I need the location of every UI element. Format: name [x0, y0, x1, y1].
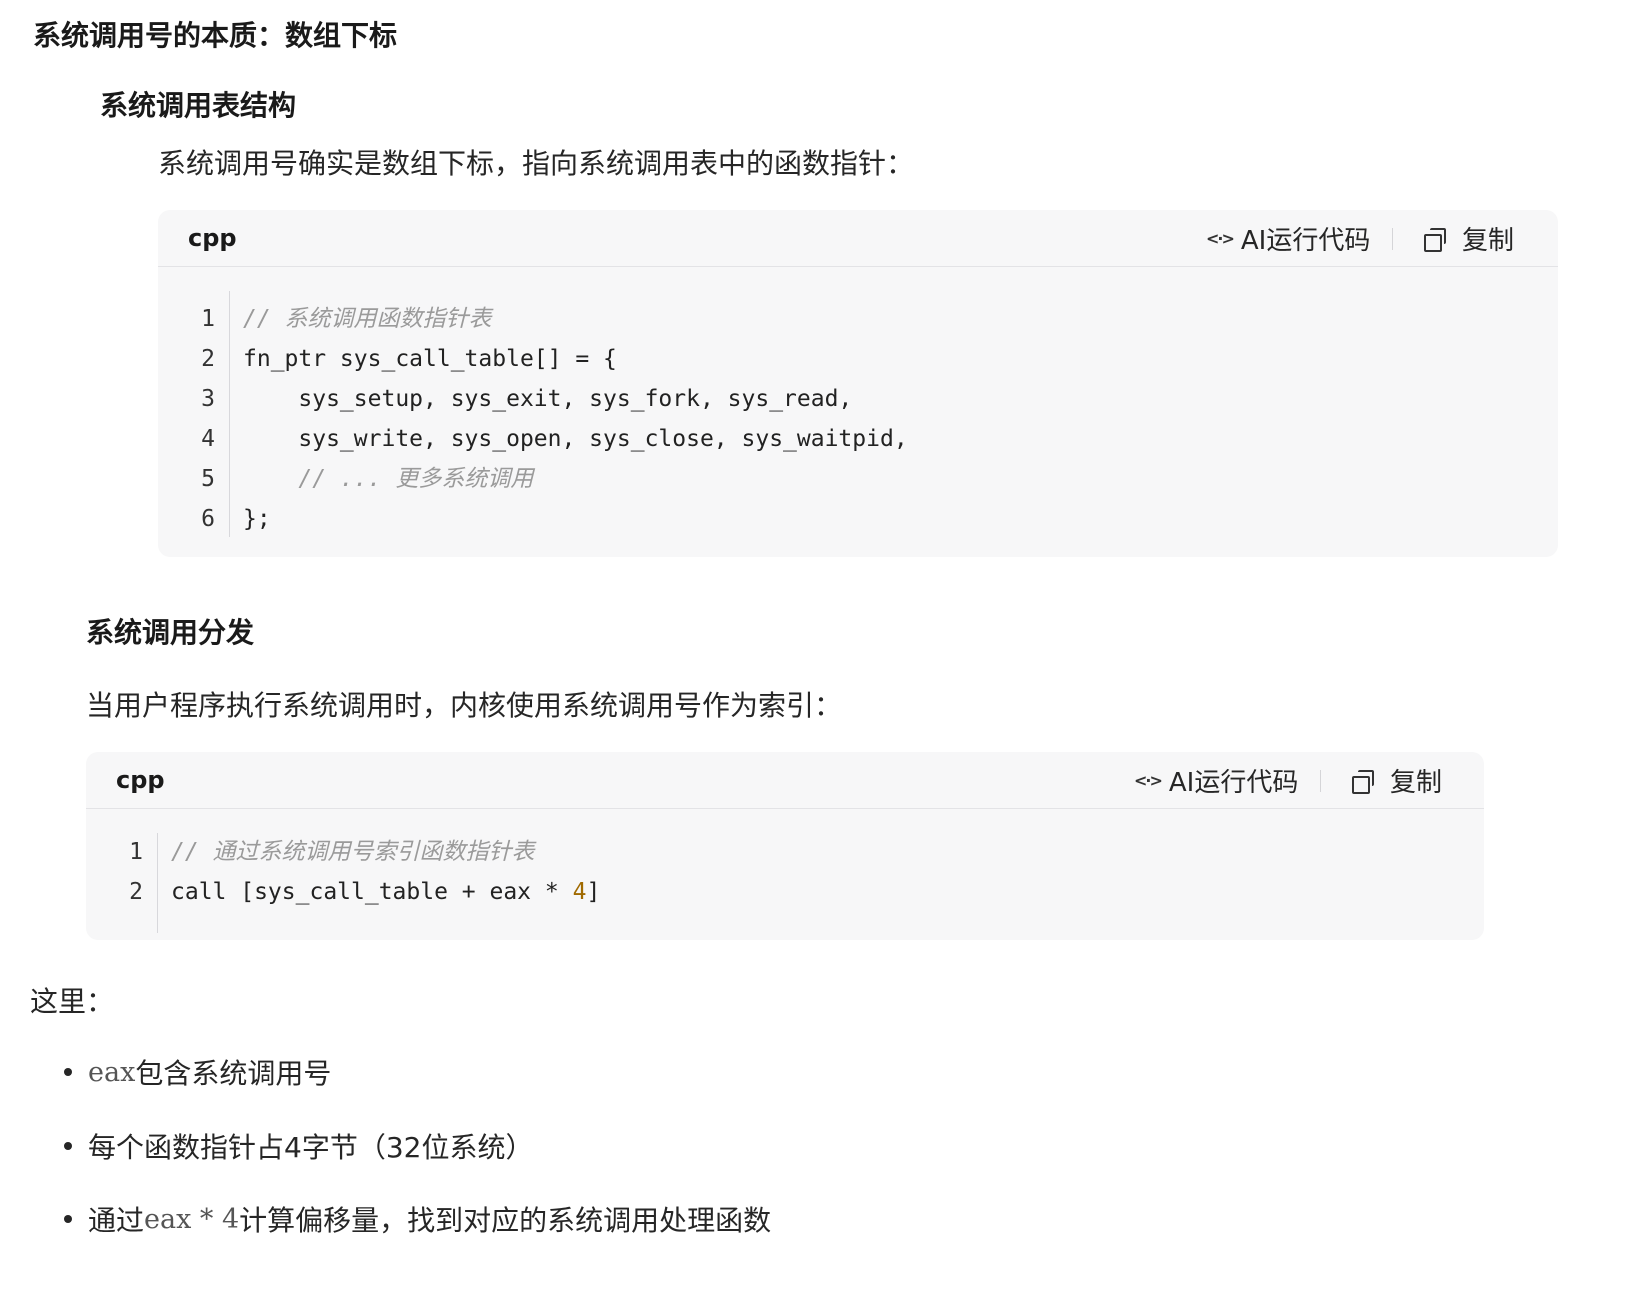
- list-item: 通过 eax * 4 计算偏移量，找到对应的系统调用处理函数: [64, 1199, 771, 1239]
- line-number-gutter: [157, 833, 158, 933]
- ai-run-code-button[interactable]: <·> AI运行代码: [1206, 220, 1370, 257]
- bullet-icon: [64, 1215, 72, 1223]
- code-arrows-icon: <·>: [1134, 771, 1163, 790]
- code-block-syscall-dispatch: cpp <·> AI运行代码 复制 1// 通过系统调用号索引函数指针表 2 ca…: [86, 752, 1484, 940]
- copy-icon: [1352, 769, 1374, 794]
- section-intro-syscall-dispatch: 当用户程序执行系统调用时，内核使用系统调用号作为索引：: [86, 689, 843, 722]
- line-number-gutter: [229, 291, 230, 537]
- bullet-icon: [64, 1142, 72, 1150]
- copy-icon: [1424, 227, 1446, 252]
- code-arrows-icon: <·>: [1206, 229, 1235, 248]
- copy-label: 复制: [1462, 226, 1515, 256]
- code-language-label: cpp: [188, 224, 237, 252]
- list-item: 每个函数指针占4字节（32位系统）: [64, 1126, 533, 1166]
- copy-button[interactable]: 复制: [1352, 762, 1442, 799]
- section-title-syscall-table: 系统调用表结构: [100, 89, 297, 122]
- ai-run-code-label: AI运行代码: [1240, 226, 1371, 256]
- copy-button[interactable]: 复制: [1424, 220, 1514, 257]
- code-language-label: cpp: [116, 766, 165, 794]
- section-title-syscall-dispatch: 系统调用分发: [86, 616, 255, 649]
- ai-run-code-button[interactable]: <·> AI运行代码: [1134, 762, 1298, 799]
- ai-run-code-label: AI运行代码: [1168, 768, 1299, 798]
- bullet-icon: [64, 1068, 72, 1076]
- copy-label: 复制: [1390, 768, 1443, 798]
- code-block-syscall-table: cpp <·> AI运行代码 复制 1// 系统调用函数指针表 2 fn_ptr …: [158, 210, 1558, 557]
- code-header: cpp <·> AI运行代码 复制: [158, 210, 1558, 267]
- page-title: 系统调用号的本质：数组下标: [33, 19, 398, 52]
- list-item: eax 包含系统调用号: [64, 1052, 331, 1092]
- here-label: 这里：: [30, 985, 115, 1018]
- divider: [1392, 228, 1393, 250]
- section-intro-syscall-table: 系统调用号确实是数组下标，指向系统调用表中的函数指针：: [158, 147, 915, 180]
- divider: [1320, 770, 1321, 792]
- code-header: cpp <·> AI运行代码 复制: [86, 752, 1484, 809]
